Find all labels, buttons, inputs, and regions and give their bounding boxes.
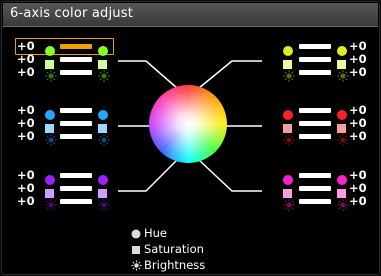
hue-icon [337,170,347,185]
left-group-2-brightness-row[interactable]: +0 [17,129,115,146]
value-label: +0 [17,168,35,182]
hue-icon [283,105,293,120]
adjust-slider[interactable] [60,199,92,204]
adjust-slider[interactable] [60,70,92,75]
square-icon [131,244,141,258]
saturation-icon [283,54,293,69]
adjust-slider[interactable] [60,57,92,62]
value-label: +0 [17,103,35,117]
adjust-slider[interactable] [60,186,92,191]
value-label: +0 [349,194,367,208]
hue-icon [45,170,55,185]
brightness-icon [98,131,110,146]
adjust-slider[interactable] [60,108,92,113]
brightness-icon [283,131,295,146]
hue-icon [45,41,55,56]
right-group-1-brightness-row[interactable]: +0 [283,65,381,82]
value-label: +0 [349,129,367,143]
adjust-slider[interactable] [60,134,92,139]
value-label: +0 [17,39,35,53]
adjust-slider[interactable] [60,121,92,126]
brightness-icon [283,67,295,82]
adjust-slider[interactable] [299,108,331,113]
left-group-3-brightness-row[interactable]: +0 [17,194,115,211]
hue-icon [98,41,108,56]
saturation-icon [45,118,55,133]
value-label: +0 [17,129,35,143]
left-group-1-brightness-row[interactable]: +0 [17,65,115,82]
value-label: +0 [349,52,367,66]
value-label: +0 [349,39,367,53]
brightness-icon [337,196,349,211]
hue-icon [283,170,293,185]
brightness-icon [45,67,57,82]
value-label: +0 [17,116,35,130]
hue-icon [337,105,347,120]
adjust-slider[interactable] [299,57,331,62]
adjust-slider[interactable] [299,134,331,139]
saturation-icon [98,54,108,69]
right-group-2-brightness-row[interactable]: +0 [283,129,381,146]
brightness-icon [98,67,110,82]
value-label: +0 [349,181,367,195]
adjust-slider[interactable] [60,44,92,49]
hue-icon [98,170,108,185]
saturation-icon [98,118,108,133]
value-label: +0 [349,103,367,117]
hue-icon [283,41,293,56]
hue-icon [98,105,108,120]
value-label: +0 [349,116,367,130]
saturation-icon [283,183,293,198]
value-label: +0 [349,168,367,182]
saturation-icon [45,54,55,69]
brightness-icon [45,196,57,211]
circle-icon [131,228,141,242]
saturation-icon [98,183,108,198]
adjust-slider[interactable] [299,186,331,191]
value-label: +0 [17,52,35,66]
adjust-slider[interactable] [299,44,331,49]
saturation-icon [337,54,347,69]
brightness-icon [337,67,349,82]
brightness-icon [45,131,57,146]
brightness-icon [283,196,295,211]
saturation-icon [283,118,293,133]
brightness-icon [98,196,110,211]
adjust-slider[interactable] [299,173,331,178]
hue-icon [45,105,55,120]
value-label: +0 [17,181,35,195]
saturation-icon [45,183,55,198]
brightness-icon [337,131,349,146]
hue-icon [337,41,347,56]
value-label: +0 [349,65,367,79]
adjust-slider[interactable] [299,70,331,75]
adjust-slider[interactable] [299,121,331,126]
saturation-icon [337,183,347,198]
saturation-icon [337,118,347,133]
value-label: +0 [17,65,35,79]
adjust-slider[interactable] [60,173,92,178]
right-group-3-brightness-row[interactable]: +0 [283,194,381,211]
color-wheel [149,85,227,163]
adjust-slider[interactable] [299,199,331,204]
sun-icon [131,260,142,274]
value-label: +0 [17,194,35,208]
